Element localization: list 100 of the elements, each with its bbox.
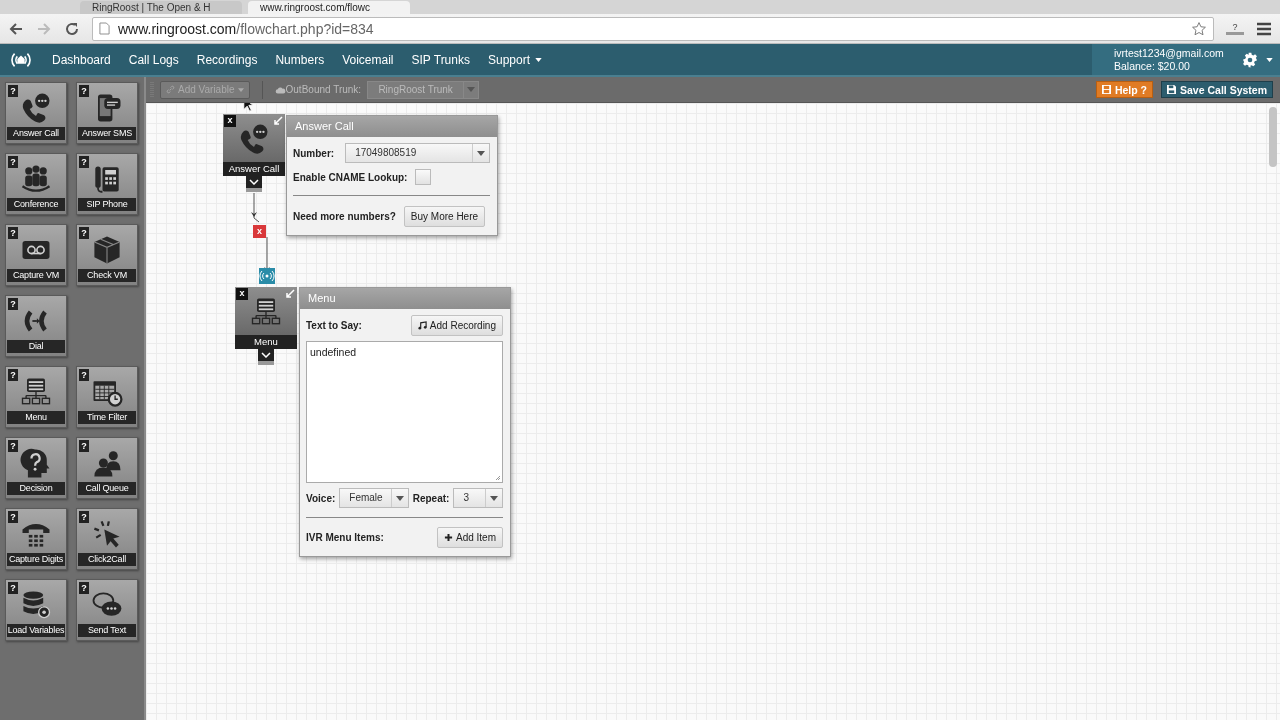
tile-label: Menu	[7, 411, 65, 424]
tile-label: Time Filter	[78, 411, 136, 424]
palette-tile[interactable]: ? Send Text	[76, 579, 138, 641]
help-badge[interactable]: ?	[8, 582, 18, 594]
page-icon	[99, 22, 110, 35]
caret-icon	[395, 495, 404, 501]
chevron-icon	[261, 352, 271, 358]
palette-tile[interactable]: ? Dial	[5, 295, 67, 357]
palette-tile[interactable]: ? Load Variables	[5, 579, 67, 641]
tile-label: Decision	[7, 482, 65, 495]
help-badge[interactable]: ?	[8, 227, 18, 239]
back-icon[interactable]	[8, 20, 24, 37]
tile-label: SIP Phone	[78, 198, 136, 211]
help-badge[interactable]: ?	[79, 156, 89, 168]
help-badge[interactable]: ?	[8, 440, 18, 452]
panel-title: Menu	[300, 288, 510, 309]
nav-link[interactable]: Numbers	[275, 52, 325, 67]
tile-label: Check VM	[78, 269, 136, 282]
extension-button[interactable]: ?	[1226, 22, 1244, 35]
tile-label: Dial	[7, 340, 65, 353]
endpoint-icon[interactable]	[259, 268, 275, 284]
help-badge[interactable]: ?	[79, 85, 89, 97]
palette-tile[interactable]: ? Time Filter	[76, 366, 138, 428]
repeat-select[interactable]: 3	[453, 488, 503, 508]
field-label: Number:	[293, 147, 335, 159]
help-badge[interactable]: ?	[79, 440, 89, 452]
help-badge[interactable]: ?	[8, 511, 18, 523]
menu-icon[interactable]	[1256, 21, 1272, 36]
resize-icon[interactable]	[285, 289, 295, 299]
caret-icon	[490, 495, 498, 501]
nav-link[interactable]: Dashboard	[52, 52, 111, 67]
output-handle[interactable]	[258, 349, 274, 365]
palette-tile[interactable]: ? Answer SMS	[76, 82, 138, 144]
palette-tile[interactable]: ? SIP Phone	[76, 153, 138, 215]
palette-tile[interactable]: ? Call Queue	[76, 437, 138, 499]
address-bar[interactable]: www.ringroost.com/flowchart.php?id=834	[92, 16, 1214, 41]
chevron-icon	[249, 179, 259, 185]
tile-label: Conference	[7, 198, 65, 211]
palette-tile[interactable]: ? Decision	[5, 437, 67, 499]
add-item-button[interactable]: Add Item	[436, 527, 503, 548]
add-recording-button[interactable]: Add Recording	[410, 315, 503, 336]
nav-link[interactable]: Call Logs	[128, 52, 179, 67]
bookmark-star-icon[interactable]	[1191, 20, 1207, 37]
field-label: Repeat:	[412, 492, 450, 504]
voice-select[interactable]: Female	[339, 488, 409, 508]
help-badge[interactable]: ?	[79, 369, 89, 381]
delete-link-button[interactable]: x	[253, 225, 266, 238]
caret-icon[interactable]	[1266, 57, 1273, 62]
output-handle[interactable]	[246, 176, 262, 192]
nav-link[interactable]: SIP Trunks	[411, 52, 470, 67]
caret-icon	[237, 87, 244, 92]
help-badge[interactable]: ?	[79, 227, 89, 239]
tile-label: Call Queue	[78, 482, 136, 495]
music-note-icon	[417, 321, 427, 330]
buy-more-button[interactable]: Buy More Here	[403, 206, 486, 227]
link-icon	[166, 85, 175, 94]
settings-icon[interactable]	[1242, 51, 1258, 68]
help-badge[interactable]: ?	[8, 298, 18, 310]
resize-grip-icon[interactable]	[495, 475, 501, 481]
palette-tile[interactable]: ? Answer Call	[5, 82, 67, 144]
browser-tab[interactable]: RingRoost | The Open & H	[80, 1, 242, 14]
palette-tile[interactable]: ? Check VM	[76, 224, 138, 286]
remove-node-button[interactable]: x	[224, 115, 236, 127]
node-label: Answer Call	[223, 162, 285, 176]
reload-icon[interactable]	[64, 20, 80, 37]
caret-icon	[467, 87, 476, 92]
help-badge[interactable]: ?	[79, 511, 89, 523]
flow-node[interactable]: x Menu	[235, 287, 297, 349]
remove-node-button[interactable]: x	[236, 288, 248, 300]
help-badge[interactable]: ?	[79, 582, 89, 594]
browser-tab[interactable]: www.ringroost.com/flowc	[248, 1, 410, 14]
caret-icon	[535, 57, 542, 62]
palette-tile[interactable]: ? Menu	[5, 366, 67, 428]
palette-tile[interactable]: ? Conference	[5, 153, 67, 215]
number-select[interactable]: 17049808519	[345, 143, 490, 163]
tile-label: Load Variables	[7, 624, 65, 637]
nav-link[interactable]: Support	[488, 52, 542, 67]
tile-label: Capture Digits	[7, 553, 65, 566]
text-area[interactable]: undefined	[306, 341, 503, 483]
palette-tile[interactable]: ? Click2Call	[76, 508, 138, 570]
nav-link[interactable]: Voicemail	[342, 52, 394, 67]
tile-label: Answer SMS	[78, 127, 136, 140]
help-badge[interactable]: ?	[8, 85, 18, 97]
help-badge[interactable]: ?	[8, 156, 18, 168]
palette-tile[interactable]: ? Capture VM	[5, 224, 67, 286]
field-label: Text to Say:	[306, 320, 362, 331]
trunk-label: OutBound Trunk:	[285, 84, 362, 95]
resize-icon[interactable]	[273, 116, 283, 126]
nav-link[interactable]: Recordings	[196, 52, 258, 67]
checkbox[interactable]	[415, 169, 432, 185]
save-button[interactable]: Save Call System	[1161, 81, 1273, 98]
flow-node[interactable]: x Answer Call	[223, 114, 285, 176]
account-email: ivrtest1234@gmail.com	[1114, 46, 1225, 60]
plus-icon	[443, 533, 453, 542]
palette-tile[interactable]: ? Capture Digits	[5, 508, 67, 570]
help-badge[interactable]: ?	[8, 369, 18, 381]
panel-title: Answer Call	[287, 116, 497, 137]
node-label: Menu	[235, 335, 297, 349]
caret-icon	[477, 150, 485, 156]
tile-label: Click2Call	[78, 553, 136, 566]
